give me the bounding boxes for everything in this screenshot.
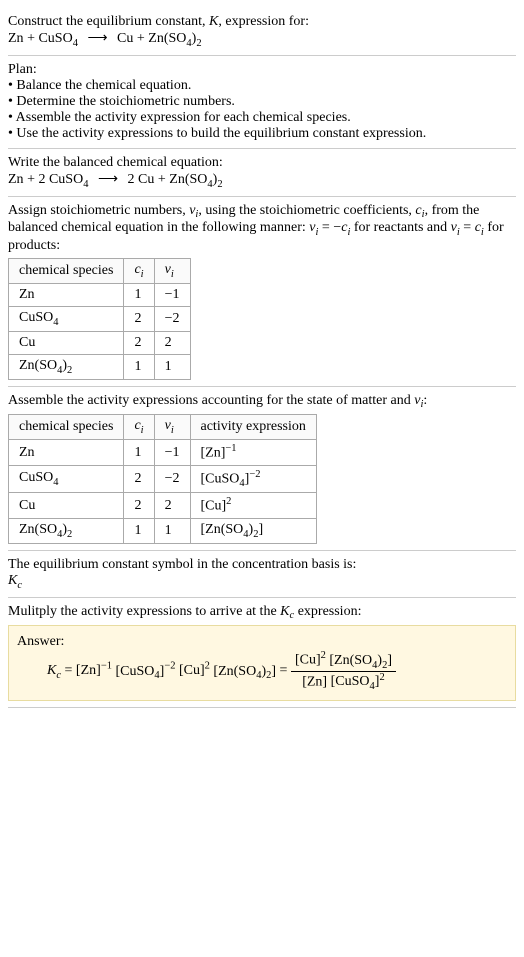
denominator: [Zn] [CuSO4]2 <box>291 672 396 692</box>
species-cuso4: CuSO4 <box>49 172 88 187</box>
table-row: Zn(SO4)2 1 1 [Zn(SO4)2] <box>9 518 317 543</box>
plan-section: Plan: • Balance the chemical equation. •… <box>8 56 516 149</box>
answer-equation: Kc = [Zn]−1 [CuSO4]−2 [Cu]2 [Zn(SO4)2] =… <box>47 650 507 692</box>
assemble-text: Assemble the activity expressions accoun… <box>8 393 516 411</box>
plus: + <box>133 31 148 46</box>
cell-species: Zn <box>9 283 124 306</box>
species-cuso4: CuSO4 <box>38 31 77 46</box>
cell-nui: −2 <box>154 306 190 331</box>
cell-activity: [Zn]−1 <box>190 440 316 466</box>
coef-2: 2 <box>38 172 49 187</box>
kc-symbol: Kc <box>8 573 516 591</box>
cell-ci: 1 <box>124 518 154 543</box>
cell-species: Zn(SO4)2 <box>9 518 124 543</box>
col-species: chemical species <box>9 259 124 284</box>
table-header-row: chemical species ci νi activity expressi… <box>9 415 317 440</box>
cell-ci: 2 <box>124 493 154 519</box>
col-species: chemical species <box>9 415 124 440</box>
balanced-equation: Zn + 2 CuSO4 ⟶ 2 Cu + Zn(SO4)2 <box>8 171 516 190</box>
table-row: Zn(SO4)2 1 1 <box>9 354 191 379</box>
fraction: [Cu]2 [Zn(SO4)2] [Zn] [CuSO4]2 <box>291 650 396 692</box>
equation-unbalanced: Zn + CuSO4 ⟶ Cu + Zn(SO4)2 <box>8 30 516 49</box>
plan-bullet-1: • Balance the chemical equation. <box>8 78 516 94</box>
table-row: Cu 2 2 [Cu]2 <box>9 493 317 519</box>
balanced-title: Write the balanced chemical equation: <box>8 155 516 171</box>
cell-ci: 2 <box>124 331 154 354</box>
cell-ci: 1 <box>124 354 154 379</box>
cell-species: CuSO4 <box>9 306 124 331</box>
species-zn: Zn <box>8 172 24 187</box>
plus: + <box>24 31 39 46</box>
header-section: Construct the equilibrium constant, K, e… <box>8 8 516 56</box>
table-row: Zn 1 −1 [Zn]−1 <box>9 440 317 466</box>
col-nui: νi <box>154 259 190 284</box>
table-row: Cu 2 2 <box>9 331 191 354</box>
balanced-section: Write the balanced chemical equation: Zn… <box>8 149 516 197</box>
answer-label: Answer: <box>17 634 507 650</box>
numerator: [Cu]2 [Zn(SO4)2] <box>291 650 396 671</box>
plan-bullet-2: • Determine the stoichiometric numbers. <box>8 94 516 110</box>
col-ci: ci <box>124 259 154 284</box>
species-zn: Zn <box>8 31 24 46</box>
table-row: CuSO4 2 −2 [CuSO4]−2 <box>9 465 317 492</box>
assign-text: Assign stoichiometric numbers, νi, using… <box>8 203 516 255</box>
answer-box: Answer: Kc = [Zn]−1 [CuSO4]−2 [Cu]2 [Zn(… <box>8 625 516 701</box>
arrow-icon: ⟶ <box>98 172 118 187</box>
cell-species: Cu <box>9 331 124 354</box>
cell-species: Zn(SO4)2 <box>9 354 124 379</box>
plan-bullet-3: • Assemble the activity expression for e… <box>8 110 516 126</box>
coef-2: 2 <box>128 172 139 187</box>
col-nui: νi <box>154 415 190 440</box>
prompt-text2: , expression for: <box>218 14 309 29</box>
assign-section: Assign stoichiometric numbers, νi, using… <box>8 197 516 387</box>
col-activity: activity expression <box>190 415 316 440</box>
cell-nui: −2 <box>154 465 190 492</box>
assemble-section: Assemble the activity expressions accoun… <box>8 387 516 551</box>
table-header-row: chemical species ci νi <box>9 259 191 284</box>
cell-ci: 2 <box>124 306 154 331</box>
cell-species: Cu <box>9 493 124 519</box>
cell-nui: 1 <box>154 518 190 543</box>
cell-activity: [CuSO4]−2 <box>190 465 316 492</box>
prompt-line: Construct the equilibrium constant, K, e… <box>8 14 516 30</box>
prompt-text: Construct the equilibrium constant, <box>8 14 209 29</box>
cell-ci: 1 <box>124 283 154 306</box>
cell-ci: 2 <box>124 465 154 492</box>
cell-nui: 1 <box>154 354 190 379</box>
cell-species: Zn <box>9 440 124 466</box>
kc-text: The equilibrium constant symbol in the c… <box>8 557 516 573</box>
table-row: CuSO4 2 −2 <box>9 306 191 331</box>
species-znso42: Zn(SO4)2 <box>148 31 201 46</box>
plan-bullet-4: • Use the activity expressions to build … <box>8 126 516 142</box>
multiply-section: Mulitply the activity expressions to arr… <box>8 598 516 709</box>
species-znso42: Zn(SO4)2 <box>169 172 222 187</box>
cell-nui: −1 <box>154 440 190 466</box>
cell-species: CuSO4 <box>9 465 124 492</box>
cell-nui: 2 <box>154 331 190 354</box>
kc-symbol-section: The equilibrium constant symbol in the c… <box>8 551 516 598</box>
cell-ci: 1 <box>124 440 154 466</box>
arrow-icon: ⟶ <box>87 31 107 46</box>
cell-nui: 2 <box>154 493 190 519</box>
col-ci: ci <box>124 415 154 440</box>
species-cu: Cu <box>117 31 133 46</box>
table-row: Zn 1 −1 <box>9 283 191 306</box>
cell-activity: [Cu]2 <box>190 493 316 519</box>
K-symbol: K <box>209 14 218 29</box>
cell-activity: [Zn(SO4)2] <box>190 518 316 543</box>
plan-title: Plan: <box>8 62 516 78</box>
activity-table: chemical species ci νi activity expressi… <box>8 414 317 543</box>
species-cu: Cu <box>138 172 154 187</box>
stoich-table: chemical species ci νi Zn 1 −1 CuSO4 2 −… <box>8 258 191 379</box>
cell-nui: −1 <box>154 283 190 306</box>
